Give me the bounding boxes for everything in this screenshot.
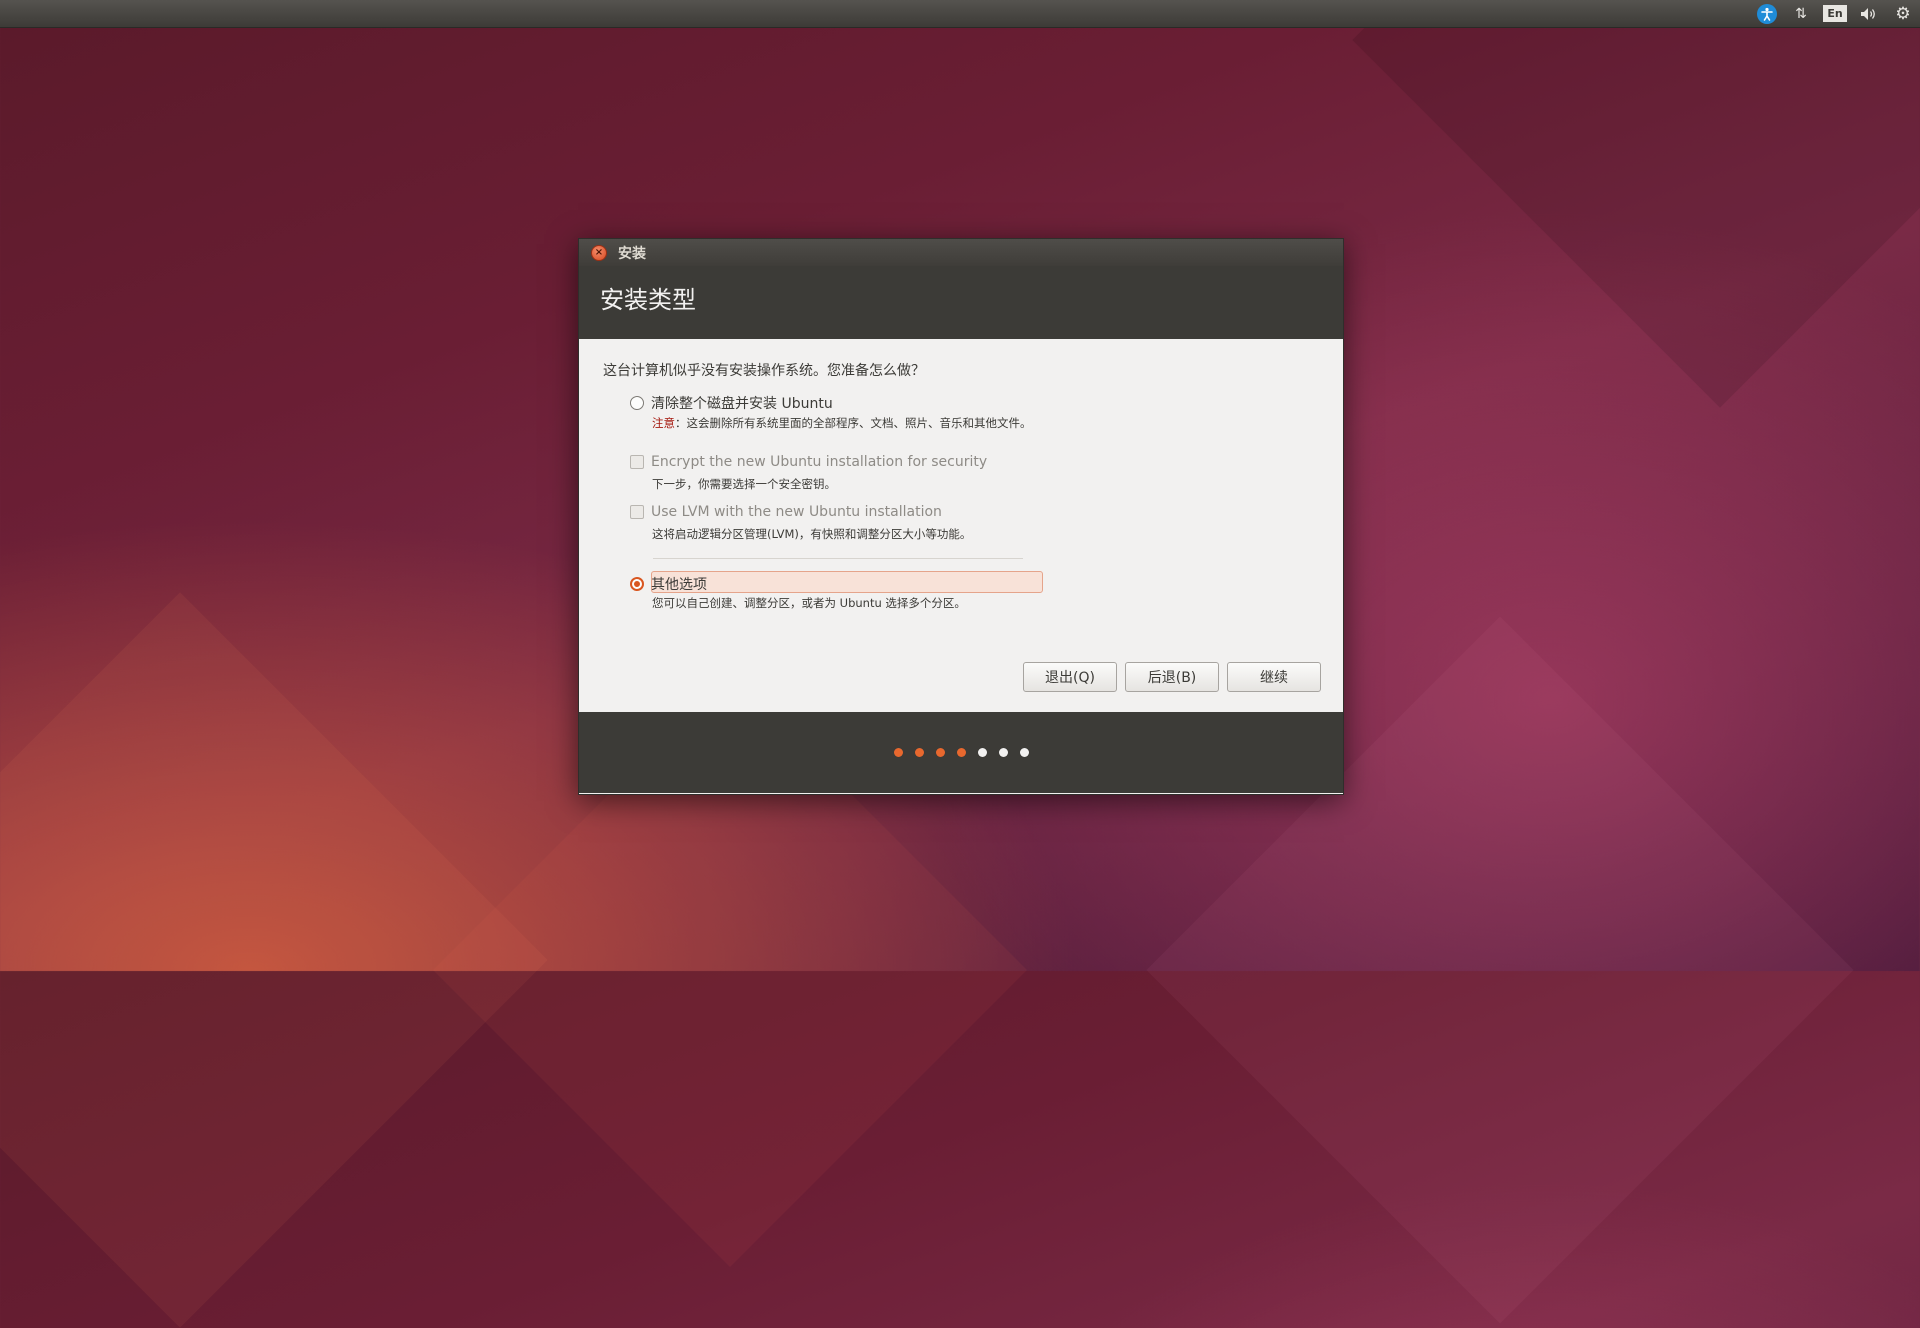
close-icon[interactable]: × — [591, 244, 607, 261]
lvm-checkbox — [630, 505, 644, 519]
keyboard-layout-icon[interactable]: En — [1818, 0, 1852, 27]
warning-label: 注意 — [652, 416, 675, 430]
lvm-label: Use LVM with the new Ubuntu installation — [651, 504, 942, 520]
question-text: 这台计算机似乎没有安装操作系统。您准备怎么做？ — [603, 363, 925, 379]
settings-gear-glyph: ⚙ — [1895, 3, 1911, 24]
lvm-description: 这将启动逻辑分区管理(LVM)，有快照和调整分区大小等功能。 — [652, 527, 972, 541]
something-else-radio[interactable] — [630, 577, 644, 591]
page-title: 安装类型 — [600, 286, 696, 314]
something-else-label[interactable]: 其他选项 — [651, 574, 707, 594]
encrypt-checkbox — [630, 455, 644, 469]
erase-disk-description: 注意：这会删除所有系统里面的全部程序、文档、照片、音乐和其他文件。 — [652, 415, 1032, 431]
progress-dot — [956, 748, 966, 757]
erase-disk-description-text: ：这会删除所有系统里面的全部程序、文档、照片、音乐和其他文件。 — [675, 416, 1032, 430]
progress-dot — [977, 748, 987, 757]
erase-disk-option[interactable]: 清除整个磁盘并安装 Ubuntu — [630, 393, 833, 413]
progress-dot — [893, 748, 903, 757]
network-icon[interactable]: ⇅ — [1784, 0, 1818, 27]
encrypt-description: 下一步，你需要选择一个安全密钥。 — [652, 477, 836, 491]
progress-dot — [1019, 748, 1029, 757]
window-titlebar[interactable]: × 安装 — [579, 239, 1343, 266]
top-panel: ⇅ En ⚙ — [0, 0, 1920, 28]
progress-dot — [998, 748, 1008, 757]
encrypt-label: Encrypt the new Ubuntu installation for … — [651, 454, 988, 470]
erase-disk-label[interactable]: 清除整个磁盘并安装 Ubuntu — [651, 393, 833, 413]
continue-button[interactable]: 继续 — [1227, 662, 1321, 692]
page-header: 安装类型 — [579, 266, 1343, 339]
lvm-option: Use LVM with the new Ubuntu installation — [630, 504, 942, 520]
progress-footer — [579, 712, 1343, 793]
selected-option-highlight — [651, 571, 1043, 593]
volume-icon[interactable] — [1852, 0, 1886, 27]
settings-gear-icon[interactable]: ⚙ — [1886, 0, 1920, 27]
progress-dot — [914, 748, 924, 757]
something-else-option[interactable]: 其他选项 — [630, 574, 707, 594]
back-button[interactable]: 后退(B) — [1125, 662, 1219, 692]
options-separator — [653, 558, 1023, 559]
network-glyph: ⇅ — [1795, 5, 1807, 22]
install-type-content: 这台计算机似乎没有安装操作系统。您准备怎么做？ 清除整个磁盘并安装 Ubuntu… — [579, 339, 1343, 712]
progress-dots — [579, 748, 1343, 757]
encrypt-option: Encrypt the new Ubuntu installation for … — [630, 454, 987, 470]
accessibility-icon[interactable] — [1750, 0, 1784, 27]
something-else-description: 您可以自己创建、调整分区，或者为 Ubuntu 选择多个分区。 — [652, 596, 966, 610]
window-title: 安装 — [618, 245, 646, 262]
quit-button[interactable]: 退出(Q) — [1023, 662, 1117, 692]
keyboard-layout-label: En — [1823, 5, 1847, 22]
progress-dot — [935, 748, 945, 757]
erase-disk-radio[interactable] — [630, 396, 644, 410]
installer-window: × 安装 安装类型 这台计算机似乎没有安装操作系统。您准备怎么做？ 清除整个磁盘… — [578, 238, 1344, 795]
system-tray: ⇅ En ⚙ — [1750, 0, 1920, 27]
